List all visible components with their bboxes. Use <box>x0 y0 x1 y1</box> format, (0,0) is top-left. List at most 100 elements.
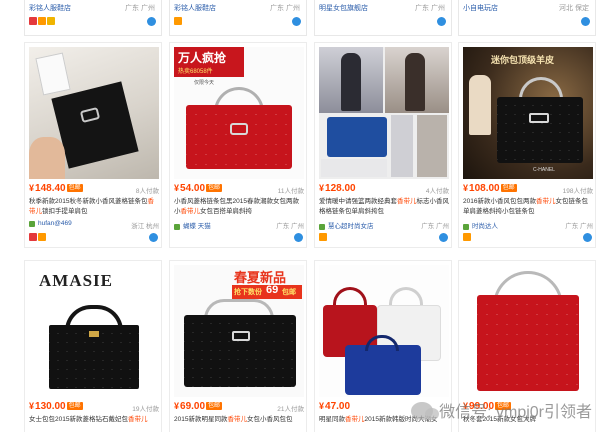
product-card[interactable]: 春夏新品 抢下数份 69 包邮 ¥69.00 包邮 21人付款 2015新款明星同… <box>169 260 307 432</box>
top-card-2[interactable]: 彩铭人服鞋店 广东 广州 <box>169 0 307 36</box>
promo-price: 69 <box>266 284 279 296</box>
bag-clasp <box>232 331 250 341</box>
bag-body <box>186 105 292 169</box>
price: ¥69.00 <box>174 401 206 412</box>
price: ¥130.00 <box>29 401 66 412</box>
price: ¥108.00 <box>463 183 500 194</box>
product-title[interactable]: 爱情暖中请强篮两款经典套香带儿标志小香风格格链条包单肩斜挎包 <box>319 197 449 217</box>
badge-row <box>463 233 593 243</box>
wangwang-icon[interactable] <box>437 17 446 26</box>
shop-link[interactable]: 明星女包旗舰店 <box>319 5 368 12</box>
product-title[interactable]: 小香风菱格链条包黑2015春款潮款女包两款小香带儿女包百搭单肩斜挎 <box>174 197 304 217</box>
product-image[interactable]: 春夏新品 抢下数份 69 包邮 <box>174 265 304 397</box>
guarantee-icon <box>38 233 46 241</box>
free-shipping-tag: 包邮 <box>500 184 517 192</box>
top-card-3[interactable]: 明星女包旗舰店 广东 广州 <box>314 0 452 36</box>
bag-charm <box>89 331 99 337</box>
product-image[interactable] <box>463 265 593 397</box>
promo-free-ship: 包邮 <box>282 289 296 296</box>
bag-body <box>497 97 583 163</box>
wangwang-icon[interactable] <box>294 233 303 242</box>
paid-count: 4人付款 <box>425 188 449 195</box>
promo-note: 仅限今天 <box>194 80 215 86</box>
promo-headline: 迷你包顶级羊皮 <box>491 55 555 65</box>
product-title[interactable]: 女士包包2015新款菱格钻石戴妃包香带儿 <box>29 415 159 432</box>
model-figure <box>391 115 413 177</box>
brand-logo: AMASIE <box>39 271 114 290</box>
paid-count: 11人付款 <box>277 188 304 195</box>
watermark: 微信号: vmpj0r引领者 <box>411 398 592 424</box>
mall-icon <box>29 17 37 25</box>
shop-link[interactable]: 彩铭人服鞋店 <box>174 5 216 12</box>
guarantee-icon <box>463 233 471 241</box>
wangwang-icon[interactable] <box>583 233 592 242</box>
wangwang-icon[interactable] <box>147 17 156 26</box>
paid-count: 19人付款 <box>132 406 159 413</box>
wangwang-icon[interactable] <box>439 233 448 242</box>
paid-count: 21人付款 <box>277 406 304 413</box>
product-title[interactable]: 秋季新款2015秋冬新款小香风菱格链条包香带儿锁扣手提单肩包 <box>29 197 159 217</box>
guarantee-icon <box>38 17 46 25</box>
product-image[interactable] <box>319 47 449 179</box>
location: 浙江 杭州 <box>131 223 159 230</box>
model-figure <box>341 53 361 111</box>
product-card[interactable]: 万人疯抢 热卖68058件 仅限今天 ¥54.00 包邮 11人付款 小香风菱格链… <box>169 42 307 248</box>
badge-row <box>29 17 56 27</box>
price: ¥128.00 <box>319 183 356 194</box>
model-figure <box>417 115 447 177</box>
price: ¥54.00 <box>174 183 206 194</box>
bag-handle <box>389 287 423 307</box>
wangwang-icon[interactable] <box>149 233 158 242</box>
hand <box>29 137 65 179</box>
product-image[interactable]: 万人疯抢 热卖68058件 仅限今天 <box>174 47 304 179</box>
price: ¥148.40 <box>29 183 66 194</box>
product-image[interactable]: AMASIE <box>29 265 159 397</box>
top-row: 彩铭人服鞋店 广东 广州 彩铭人服鞋店 广东 广州 明星女包旗舰店 广东 广州 … <box>0 0 600 38</box>
product-image[interactable] <box>29 47 159 179</box>
free-shipping-tag: 包邮 <box>206 402 223 410</box>
product-title[interactable]: 2016新款小香风包包两款香带儿女包链条包单肩菱格斜挎小包链条包 <box>463 197 593 217</box>
paid-count: 198人付款 <box>562 188 593 195</box>
free-shipping-tag: 包邮 <box>66 402 83 410</box>
bag-clasp <box>230 123 248 135</box>
product-card[interactable]: 迷你包顶级羊皮 C-HANEL ¥108.00 包邮 198人付款 2016新款小… <box>458 42 596 248</box>
bag-clasp <box>529 113 549 123</box>
bag-body-blue <box>345 345 421 395</box>
shop-link[interactable]: 蝴蝶 天猫 <box>174 223 211 230</box>
product-card[interactable]: ¥128.00 4人付款 爱情暖中请强篮两款经典套香带儿标志小香风格格链条包单肩… <box>314 42 452 248</box>
badge-row <box>174 17 183 27</box>
promo-sold: 热卖68058件 <box>178 69 213 75</box>
location: 广东 广州 <box>270 5 300 12</box>
shop-link[interactable]: 彩铭人服鞋店 <box>29 5 71 12</box>
location: 河北 保定 <box>559 5 589 12</box>
model-figure <box>469 75 491 135</box>
bag-body <box>184 315 296 387</box>
product-image[interactable] <box>319 265 449 397</box>
shop-link[interactable]: 小自电玩店 <box>463 5 498 12</box>
badge-row <box>174 233 304 243</box>
free-shipping-tag: 包邮 <box>66 184 83 192</box>
top-card-1[interactable]: 彩铭人服鞋店 广东 广州 <box>24 0 162 36</box>
coupon-icon <box>47 17 55 25</box>
bag-body <box>477 295 579 391</box>
wechat-icon <box>411 402 440 420</box>
badge-row <box>319 233 449 243</box>
product-card[interactable]: AMASIE ¥130.00 包邮 19人付款 女士包包2015新款菱格钻石戴妃包… <box>24 260 162 432</box>
location: 广东 广州 <box>276 223 304 230</box>
price: ¥47.00 <box>319 401 351 412</box>
wangwang-icon[interactable] <box>581 17 590 26</box>
wangwang-icon[interactable] <box>292 17 301 26</box>
paid-count: 8人付款 <box>135 188 159 195</box>
shop-link[interactable]: 时尚达人 <box>463 223 498 230</box>
product-title[interactable]: 2015新款明星同款香带儿女包小香风包包 <box>174 415 304 432</box>
product-card[interactable]: ¥148.40 包邮 8人付款 秋季新款2015秋冬新款小香风菱格链条包香带儿锁扣… <box>24 42 162 248</box>
bag-handle <box>333 287 367 307</box>
brand-mark: C-HANEL <box>533 167 555 173</box>
shop-link[interactable]: 慧心超时尚女店 <box>319 223 374 230</box>
shop-link[interactable]: hufan@469 <box>29 220 72 227</box>
product-image[interactable]: 迷你包顶级羊皮 C-HANEL <box>463 47 593 179</box>
promo-sub: 抢下数份 <box>234 289 262 296</box>
location: 广东 广州 <box>125 5 155 12</box>
top-card-4[interactable]: 小自电玩店 河北 保定 <box>458 0 596 36</box>
guarantee-icon <box>319 233 327 241</box>
